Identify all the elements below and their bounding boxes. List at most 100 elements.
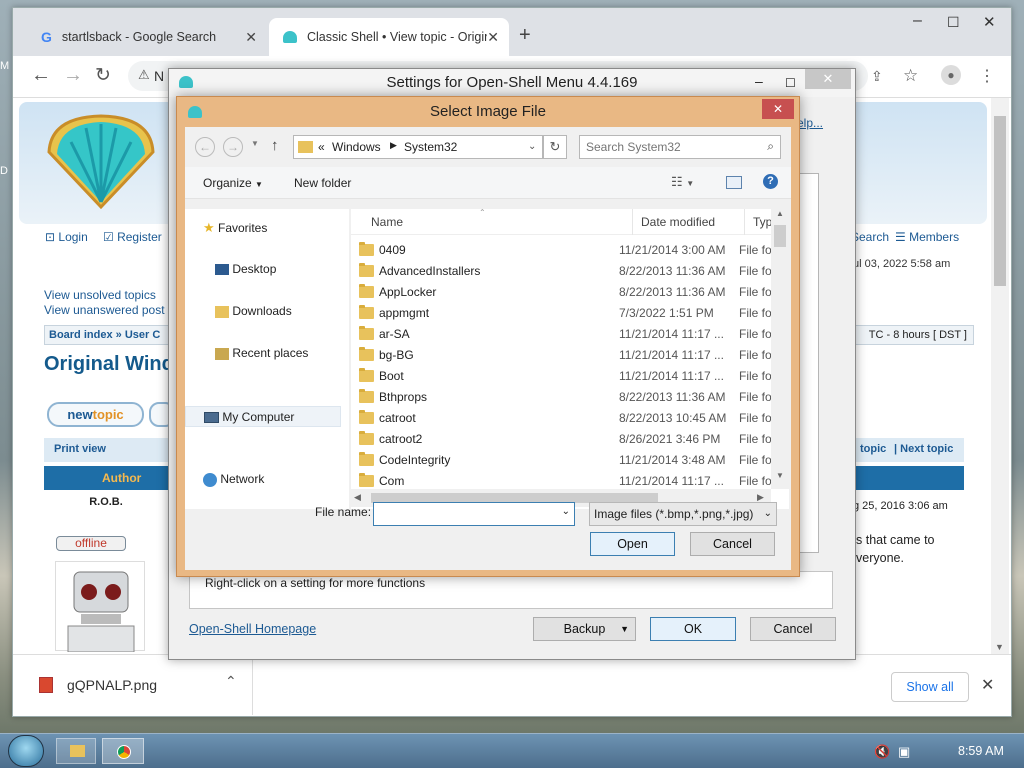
scroll-up-arrow-icon[interactable]: ▲ [776, 209, 784, 218]
file-date: 8/22/2013 11:36 AM [619, 285, 726, 299]
image-dialog-cancel-button[interactable]: Cancel [690, 532, 775, 556]
network-icon[interactable]: ▣ [898, 744, 910, 760]
start-button[interactable] [8, 735, 44, 767]
maximize-icon[interactable]: ☐ [785, 69, 796, 97]
window-minimize-button[interactable]: – [913, 12, 922, 30]
scroll-down-arrow-icon[interactable]: ▼ [995, 642, 1004, 652]
new-topic-button[interactable]: newtopic [47, 402, 144, 427]
breadcrumb-board-index[interactable]: Board index [49, 329, 113, 341]
path-dropdown-icon[interactable]: ⌄ [528, 141, 536, 152]
close-tab-icon[interactable]: ✕ [245, 29, 257, 46]
refresh-button[interactable]: ↻ [543, 135, 567, 159]
taskbar-chrome-button[interactable] [102, 738, 144, 764]
next-topic-link[interactable]: | Next topic [894, 438, 953, 460]
help-icon[interactable]: ? [763, 174, 778, 189]
view-options-icon[interactable]: ☷ ▼ [671, 174, 694, 190]
view-unanswered-link[interactable]: View unanswered post [44, 303, 165, 317]
nav-my-computer[interactable]: My Computer [185, 406, 341, 427]
new-folder-button[interactable]: New folder [294, 176, 351, 190]
print-view-link[interactable]: Print view [54, 443, 106, 455]
column-date-modified[interactable]: Date modified [632, 209, 715, 235]
file-row[interactable]: catroot2 8/26/2021 3:46 PM File fol [351, 429, 774, 450]
open-shell-homepage-link[interactable]: Open-Shell Homepage [189, 622, 316, 636]
nav-network[interactable]: Network [203, 469, 367, 490]
cancel-button[interactable]: Cancel [750, 617, 836, 641]
file-type-select[interactable]: Image files (*.bmp,*.png,*.jpg) ⌄ [589, 502, 777, 526]
window-maximize-button[interactable]: ☐ [947, 14, 960, 31]
scrollbar-thumb[interactable] [774, 225, 786, 247]
members-link[interactable]: ☰ Members [895, 230, 959, 244]
column-name[interactable]: Name [371, 209, 403, 235]
image-dialog-close-button[interactable]: ✕ [762, 99, 794, 119]
file-list-scrollbar[interactable]: ▲ ▼ [771, 209, 789, 489]
file-row[interactable]: bg-BG 11/21/2014 11:17 ... File fol [351, 345, 774, 366]
window-close-button[interactable]: ✕ [983, 13, 996, 31]
download-item[interactable]: gQPNALP.png ⌃ [13, 655, 253, 715]
new-tab-button[interactable]: + [519, 24, 531, 47]
view-unsolved-link[interactable]: View unsolved topics [44, 288, 156, 302]
preview-pane-icon[interactable] [726, 176, 742, 189]
back-arrow-icon[interactable]: ← [31, 64, 51, 87]
file-row[interactable]: AppLocker 8/22/2013 11:36 AM File fol [351, 282, 774, 303]
path-segment-windows[interactable]: Windows [332, 140, 381, 154]
chevron-down-icon[interactable]: ⌄ [562, 506, 570, 517]
menu-kebab-icon[interactable]: ⋮ [979, 66, 995, 86]
file-name-input[interactable]: ⌄ [373, 502, 575, 526]
tab-classic-shell[interactable]: Classic Shell • View topic - Origin ✕ [269, 18, 509, 56]
search-input[interactable] [586, 140, 756, 154]
clock-time[interactable]: 8:59 AM [958, 744, 1004, 758]
path-segment-system32[interactable]: System32 [404, 140, 457, 154]
scrollbar-thumb[interactable] [994, 116, 1006, 286]
breadcrumb-user[interactable]: User C [125, 329, 160, 341]
file-row[interactable]: Boot 11/21/2014 11:17 ... File fol [351, 366, 774, 387]
share-icon[interactable]: ⇪ [871, 68, 883, 85]
settings-close-button[interactable]: ✕ [805, 69, 851, 89]
help-link[interactable]: elp... [797, 116, 823, 130]
organize-button[interactable]: Organize ▼ [203, 176, 263, 190]
file-row[interactable]: Bthprops 8/22/2013 11:36 AM File fol [351, 387, 774, 408]
scroll-down-arrow-icon[interactable]: ▼ [776, 471, 784, 480]
page-scrollbar[interactable]: ▼ [991, 98, 1009, 658]
file-row[interactable]: 0409 11/21/2014 3:00 AM File fol [351, 240, 775, 261]
search-icon[interactable]: ⌕ [767, 139, 774, 154]
profile-icon[interactable]: ● [941, 65, 961, 85]
file-row[interactable]: CodeIntegrity 11/21/2014 3:48 AM File fol [351, 450, 774, 471]
login-link[interactable]: ⊡ Login [45, 230, 88, 244]
previous-topic-link[interactable]: topic [860, 438, 886, 460]
ok-button[interactable]: OK [650, 617, 736, 641]
scroll-left-arrow-icon[interactable]: ◀ [354, 492, 361, 503]
back-arrow-icon[interactable]: ← [195, 137, 215, 157]
recent-locations-chevron-icon[interactable]: ▼ [251, 139, 259, 148]
file-row[interactable]: catroot 8/22/2013 10:45 AM File fol [351, 408, 774, 429]
minimize-icon[interactable]: – [755, 67, 763, 95]
address-path-bar[interactable]: « Windows ▶ System32 ⌄ [293, 135, 543, 159]
bookmark-star-icon[interactable]: ☆ [903, 66, 918, 86]
file-date: 11/21/2014 3:00 AM [619, 243, 726, 257]
file-row[interactable]: appmgmt 7/3/2022 1:51 PM File fol [351, 303, 774, 324]
forward-arrow-icon[interactable]: → [223, 137, 243, 157]
backup-button[interactable]: Backup ▼ [533, 617, 636, 641]
search-box[interactable]: ⌕ [579, 135, 781, 159]
nav-favorites[interactable]: ★ Favorites [203, 217, 367, 238]
taskbar-explorer-button[interactable] [56, 738, 96, 764]
tab-google-search[interactable]: G startlsback - Google Search ✕ [27, 18, 267, 56]
file-name-field[interactable] [378, 506, 548, 520]
show-all-button[interactable]: Show all [891, 672, 969, 702]
register-link[interactable]: ☑ Register [103, 230, 162, 244]
close-download-bar-icon[interactable]: ✕ [981, 675, 994, 695]
file-name: catroot2 [379, 432, 423, 446]
file-date: 8/26/2021 3:46 PM [619, 432, 721, 446]
file-date: 11/21/2014 3:48 AM [619, 453, 726, 467]
file-type: File fol [739, 243, 775, 257]
volume-muted-icon[interactable]: 🔇 [874, 744, 890, 760]
up-arrow-icon[interactable]: ↑ [271, 137, 279, 154]
reload-icon[interactable]: ↻ [95, 64, 111, 87]
file-row[interactable]: ar-SA 11/21/2014 11:17 ... File fol [351, 324, 774, 345]
file-row[interactable]: AdvancedInstallers 8/22/2013 11:36 AM File… [351, 261, 774, 282]
author-name: R.O.B. [89, 496, 123, 508]
forward-arrow-icon[interactable]: → [63, 64, 83, 87]
open-button[interactable]: Open [590, 532, 675, 556]
chevron-up-icon[interactable]: ⌃ [225, 673, 237, 690]
search-link[interactable]: Search [851, 230, 889, 244]
close-tab-icon[interactable]: ✕ [487, 29, 499, 46]
